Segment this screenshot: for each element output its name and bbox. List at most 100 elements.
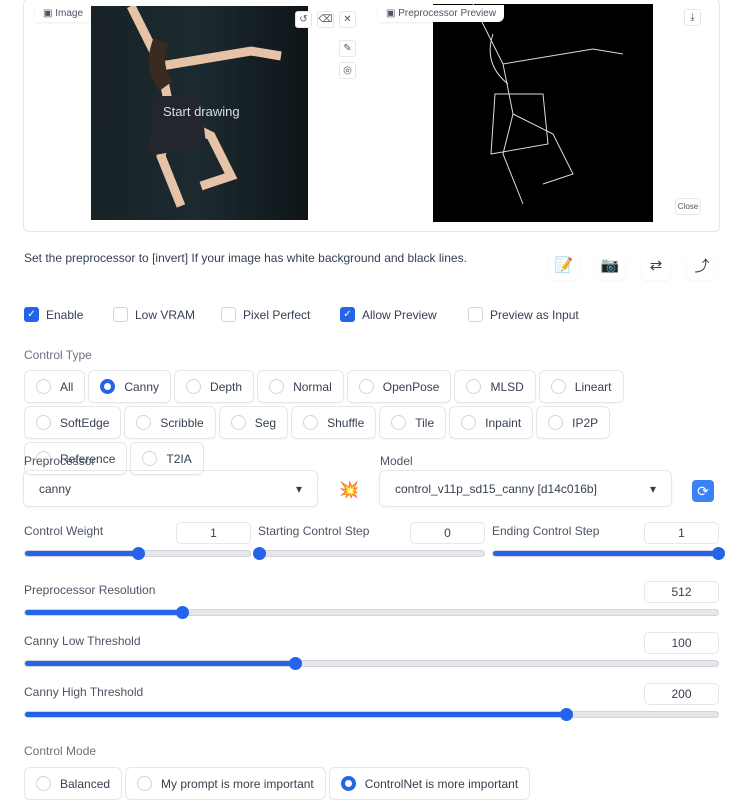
radio-label: All <box>60 379 74 394</box>
edit-icon[interactable]: 📝 <box>549 250 579 280</box>
slider-fill <box>25 708 573 721</box>
weight-number-input[interactable]: 1 <box>176 522 251 544</box>
radio-mlsd[interactable]: MLSD <box>454 370 536 403</box>
pixel-perfect-checkbox[interactable]: Pixel Perfect <box>221 307 310 322</box>
checkbox-box[interactable] <box>221 307 236 322</box>
close-icon[interactable]: ✕ <box>339 11 356 28</box>
radio-dot[interactable] <box>186 379 202 394</box>
resolution-slider[interactable] <box>24 606 719 619</box>
slider-thumb[interactable] <box>175 606 189 619</box>
radio-depth[interactable]: Depth <box>174 370 255 403</box>
checkbox-box[interactable] <box>468 307 483 322</box>
slider-fill <box>25 657 303 670</box>
radio-dot[interactable] <box>340 776 356 791</box>
close-preview-button[interactable]: Close <box>675 198 701 215</box>
radio-dot[interactable] <box>142 451 158 466</box>
download-icon[interactable]: ⤓ <box>684 9 701 26</box>
image-label: ▣ Image <box>35 5 92 22</box>
radio-dot[interactable] <box>36 415 51 430</box>
radio-dot[interactable] <box>36 379 51 394</box>
palette-icon[interactable]: ◎ <box>339 62 356 79</box>
radio-inpaint[interactable]: Inpaint <box>449 406 534 439</box>
refresh-models-icon[interactable]: ⟳ <box>692 480 714 502</box>
high-number-input[interactable]: 200 <box>644 683 719 705</box>
slider-fill <box>25 547 145 560</box>
slider-fill <box>25 606 189 619</box>
radio-shuffle[interactable]: Shuffle <box>291 406 377 439</box>
weight-slider[interactable] <box>24 547 251 560</box>
radio-dot[interactable] <box>461 415 477 430</box>
end-label: Ending Control Step <box>492 524 600 538</box>
radio-softedge[interactable]: SoftEdge <box>24 406 122 439</box>
radio-label: Depth <box>210 379 243 394</box>
low-vram-checkbox[interactable]: Low VRAM <box>113 307 195 322</box>
toolbar: 📝 📷 ⇄ ⤴ <box>549 250 717 280</box>
radio-dot[interactable] <box>548 415 564 430</box>
radio-dot[interactable] <box>100 379 116 394</box>
radio-dot[interactable] <box>136 415 152 430</box>
radio-dot[interactable] <box>550 379 566 394</box>
radio-dot[interactable] <box>391 415 407 430</box>
start-slider[interactable] <box>253 547 485 560</box>
radio-dot[interactable] <box>269 379 285 394</box>
radio-label: Scribble <box>160 415 204 430</box>
model-dropdown[interactable]: control_v11p_sd15_canny [d14c016b] ▾ <box>379 470 672 507</box>
radio-scribble[interactable]: Scribble <box>124 406 216 439</box>
slider-thumb[interactable] <box>131 547 145 560</box>
low-slider[interactable] <box>24 657 719 670</box>
preprocessor-dropdown[interactable]: canny ▾ <box>23 470 318 507</box>
low-number-input[interactable]: 100 <box>644 632 719 654</box>
radio-dot[interactable] <box>358 379 374 394</box>
radio-tile[interactable]: Tile <box>379 406 447 439</box>
checkbox-box[interactable]: ✓ <box>340 307 355 322</box>
radio-canny[interactable]: Canny <box>88 370 172 403</box>
allow-preview-checkbox[interactable]: ✓ Allow Preview <box>340 307 437 322</box>
radio-seg[interactable]: Seg <box>218 406 289 439</box>
radio-label: Seg <box>254 415 277 430</box>
radio-label: Tile <box>415 415 435 430</box>
image-label-text: Image <box>55 8 84 19</box>
radio-label: ControlNet is more important <box>364 776 519 791</box>
slider-thumb[interactable] <box>559 708 573 721</box>
radio-all[interactable]: All <box>24 370 86 403</box>
radio-lineart[interactable]: Lineart <box>538 370 624 403</box>
low-label: Canny Low Threshold <box>24 634 141 648</box>
checkbox-box[interactable] <box>113 307 128 322</box>
preprocessor-label: Preprocessor <box>24 454 96 468</box>
radio-dot[interactable] <box>36 776 51 791</box>
camera-icon[interactable]: 📷 <box>595 250 625 280</box>
slider-thumb[interactable] <box>712 547 725 560</box>
swap-icon[interactable]: ⇄ <box>641 250 671 280</box>
slider-thumb[interactable] <box>289 657 303 670</box>
mode-balanced[interactable]: Balanced <box>24 767 123 800</box>
control-mode-radio-group: Balanced My prompt is more important Contr… <box>24 767 624 800</box>
radio-dot[interactable] <box>137 776 153 791</box>
radio-ip2p[interactable]: IP2P <box>536 406 611 439</box>
radio-openpose[interactable]: OpenPose <box>346 370 452 403</box>
checkbox-box[interactable]: ✓ <box>24 307 39 322</box>
resolution-number-input[interactable]: 512 <box>644 581 719 603</box>
input-image-canvas[interactable]: Start drawing <box>91 3 308 220</box>
start-number-input[interactable]: 0 <box>410 522 485 544</box>
mode-controlnet-is-more-important[interactable]: ControlNet is more important <box>328 767 531 800</box>
send-dimensions-icon[interactable]: ⤴ <box>687 250 717 280</box>
radio-dot[interactable] <box>466 379 482 394</box>
high-slider[interactable] <box>24 708 719 721</box>
end-number-input[interactable]: 1 <box>644 522 719 544</box>
start-drawing-text: Start drawing <box>163 104 240 119</box>
enable-checkbox[interactable]: ✓ Enable <box>24 307 83 322</box>
run-preprocessor-icon[interactable]: 💥 <box>339 480 359 500</box>
brush-icon[interactable]: ✎ <box>339 40 356 57</box>
radio-label: Lineart <box>574 379 612 394</box>
resolution-label: Preprocessor Resolution <box>24 583 156 597</box>
end-slider[interactable] <box>492 547 725 560</box>
preview-as-input-checkbox[interactable]: Preview as Input <box>468 307 579 322</box>
radio-normal[interactable]: Normal <box>257 370 344 403</box>
slider-thumb[interactable] <box>253 547 266 560</box>
chevron-down-icon: ▾ <box>295 481 302 496</box>
eraser-icon[interactable]: ⌫ <box>317 11 334 28</box>
undo-icon[interactable]: ↺ <box>295 11 312 28</box>
mode-my-prompt-is-more-important[interactable]: My prompt is more important <box>125 767 326 800</box>
radio-dot[interactable] <box>230 415 246 430</box>
radio-dot[interactable] <box>303 415 319 430</box>
